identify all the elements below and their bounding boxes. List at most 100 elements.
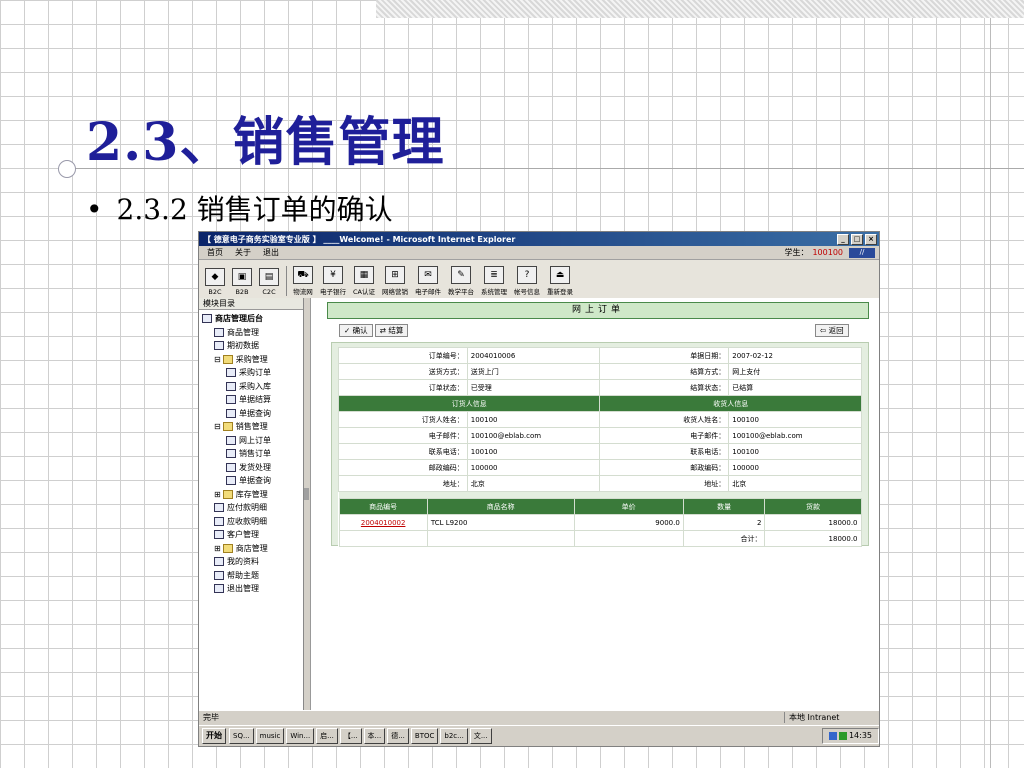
menu-about[interactable]: 关于 (235, 247, 251, 258)
sidebar-item[interactable]: 客户管理 (202, 528, 303, 542)
toolbar-teaching[interactable]: ✎ 教学平台 (448, 266, 474, 296)
toolbar-system[interactable]: ≣ 系统管理 (481, 266, 507, 296)
taskbar-task[interactable]: 德... (387, 728, 409, 744)
column-header: 单价 (573, 498, 684, 515)
toolbar-account[interactable]: ? 帐号信息 (514, 266, 540, 296)
table-row: 2004010002 TCL L9200 9000.0 2 18000.0 (338, 514, 862, 531)
toolbar-marketing[interactable]: ⊞ 网络营销 (382, 266, 408, 296)
sidebar-item[interactable]: ⊞ 商店管理 (202, 542, 303, 556)
window-title: 【 德意电子商务实验室专业版 】 ____Welcome! - Microsof… (203, 234, 516, 244)
sidebar-item-label: 我的资料 (227, 557, 259, 566)
mail-icon: ✉ (418, 266, 438, 284)
window-body: 模块目录 商店管理后台 商品管理 期初数据 ⊟ 采购管理 采购订单 采购入库 单据结算 单据查询… (199, 298, 879, 710)
expand-toggle-icon[interactable]: ⊞ (214, 488, 221, 502)
taskbar-task[interactable]: 文... (469, 728, 492, 744)
minimize-button[interactable]: _ (837, 233, 849, 245)
toolbar-label: 物流网 (293, 288, 313, 296)
toolbar-email[interactable]: ✉ 电子邮件 (415, 266, 441, 296)
taskbar-task[interactable]: b2c... (440, 728, 468, 744)
toolbar-logistics[interactable]: ⛟ 物流网 (293, 266, 313, 296)
detail-row: 联系电话： 100100 联系电话： 100100 (338, 443, 862, 460)
expand-toggle-icon[interactable]: ⊟ (214, 420, 221, 434)
back-button[interactable]: ⇦ 返回 (815, 324, 849, 337)
field-label: 订货人姓名： (338, 411, 468, 428)
field-label: 收货人姓名： (599, 411, 730, 428)
close-button[interactable]: × (865, 233, 877, 245)
menu-home[interactable]: 首页 (207, 247, 223, 258)
items-header-row: 商品编号 商品名称 单价 数量 货款 (338, 498, 862, 515)
module-tree: 商店管理后台 商品管理 期初数据 ⊟ 采购管理 采购订单 采购入库 单据结算 单据查询 ⊟ 销售管理… (199, 310, 303, 596)
sidebar-item-label: 客户管理 (227, 530, 259, 539)
detail-row: 订单编号： 2004010006 单据日期： 2007-02-12 (338, 347, 862, 364)
toolbar-relogin[interactable]: ⏏ 重新登录 (547, 266, 573, 296)
quantity: 2 (682, 514, 766, 531)
product-code-link[interactable]: 2004010002 (361, 519, 406, 527)
taskbar-task[interactable]: SQ... (229, 728, 254, 744)
toolbar-label: 网络营销 (382, 288, 408, 296)
taskbar-task[interactable]: 启... (316, 728, 338, 744)
sidebar-item[interactable]: ⊞ 库存管理 (202, 488, 303, 502)
page-icon (214, 530, 224, 540)
sidebar-item[interactable]: ⊟ 销售管理 (202, 420, 303, 434)
bullet-label: 2.3.2 销售订单的确认 (116, 193, 393, 226)
settle-button[interactable]: ⇄ 结算 (374, 324, 409, 337)
toolbar-label: 重新登录 (547, 288, 573, 296)
expand-toggle-icon[interactable]: ⊞ (214, 542, 221, 556)
bullet-text: • 2.3.2 销售订单的确认 (86, 188, 393, 228)
page-heading: 网上订单 (327, 302, 869, 319)
orderer-header: 订货人信息 (337, 395, 601, 412)
taskbar-task[interactable]: music (255, 728, 285, 744)
sidebar-splitter[interactable] (304, 298, 311, 710)
sidebar-item[interactable]: 商品管理 (202, 326, 303, 340)
toolbar-bank[interactable]: ¥ 电子银行 (320, 266, 346, 296)
confirm-button[interactable]: ✓ 确认 (339, 324, 373, 337)
order-table: 订单编号： 2004010006 单据日期： 2007-02-12 送货方式： 送货上门结… (337, 347, 862, 547)
total-row: 合计： 18000.0 (338, 530, 862, 547)
toolbar-ca[interactable]: ▦ CA认证 (353, 266, 375, 296)
ie-window: 【 德意电子商务实验室专业版 】 ____Welcome! - Microsof… (198, 231, 880, 747)
main-toolbar: ◆ B2C ▣ B2B ▤ C2C ⛟ 物流网 ¥ 电子银行 ▦ CA认证 ⊞ 网络营销 ✉ 电… (199, 260, 879, 301)
toolbar-label: CA认证 (353, 288, 375, 296)
sidebar-item[interactable]: 期初数据 (202, 339, 303, 353)
field-value: 100100 (728, 443, 862, 460)
sidebar-item[interactable]: 应收款明细 (202, 515, 303, 529)
start-button[interactable]: 开始 (202, 728, 226, 744)
field-label: 订单状态： (338, 379, 468, 396)
sidebar-item[interactable]: 网上订单 (202, 434, 303, 448)
sidebar-item[interactable]: 单据结算 (202, 393, 303, 407)
status-text: 完毕 (203, 713, 219, 722)
menu-logout[interactable]: 退出 (263, 247, 279, 258)
toolbar-b2c[interactable]: ◆ B2C (205, 268, 225, 296)
sidebar-item[interactable]: 退出管理 (202, 582, 303, 596)
expand-toggle-icon[interactable]: ⊟ (214, 353, 221, 367)
taskbar-task[interactable]: Win... (286, 728, 315, 744)
sidebar-item[interactable]: 采购订单 (202, 366, 303, 380)
detail-row: 送货方式： 送货上门 结算方式： 网上支付 (338, 363, 862, 380)
maximize-button[interactable]: □ (851, 233, 863, 245)
content-pane: 网上订单 ✓ 确认 ⇄ 结算 ⇦ 返回 订单编号： 2004010006 单据日期：… (311, 298, 879, 710)
back-icon: ⇦ (820, 326, 829, 335)
toolbar-b2b[interactable]: ▣ B2B (232, 268, 252, 296)
sidebar-item[interactable]: 商店管理后台 (202, 312, 303, 326)
sidebar-item[interactable]: 我的资料 (202, 555, 303, 569)
toolbar-label: 电子邮件 (415, 288, 441, 296)
folder-icon (222, 543, 233, 553)
sidebar-item[interactable]: 单据查询 (202, 407, 303, 421)
taskbar-task[interactable]: BTOC (410, 728, 439, 744)
sidebar-item[interactable]: 发货处理 (202, 461, 303, 475)
sidebar-item[interactable]: 单据查询 (202, 474, 303, 488)
sidebar-item[interactable]: 采购入库 (202, 380, 303, 394)
sidebar-item[interactable]: 应付款明细 (202, 501, 303, 515)
splitter-handle[interactable] (304, 488, 309, 500)
page-icon (226, 449, 236, 459)
sidebar-item[interactable]: 销售订单 (202, 447, 303, 461)
system-icon: ≣ (484, 266, 504, 284)
sidebar-item[interactable]: ⊟ 采购管理 (202, 353, 303, 367)
menu-bar: 首页 关于 退出 学生： 100100 // (199, 246, 879, 260)
taskbar-task[interactable]: 【... (339, 728, 362, 744)
field-label: 联系电话： (338, 443, 468, 460)
taskbar-task[interactable]: 本... (363, 728, 386, 744)
sidebar-item-label: 期初数据 (227, 341, 259, 350)
sidebar-item[interactable]: 帮助主题 (202, 569, 303, 583)
toolbar-c2c[interactable]: ▤ C2C (259, 268, 279, 296)
